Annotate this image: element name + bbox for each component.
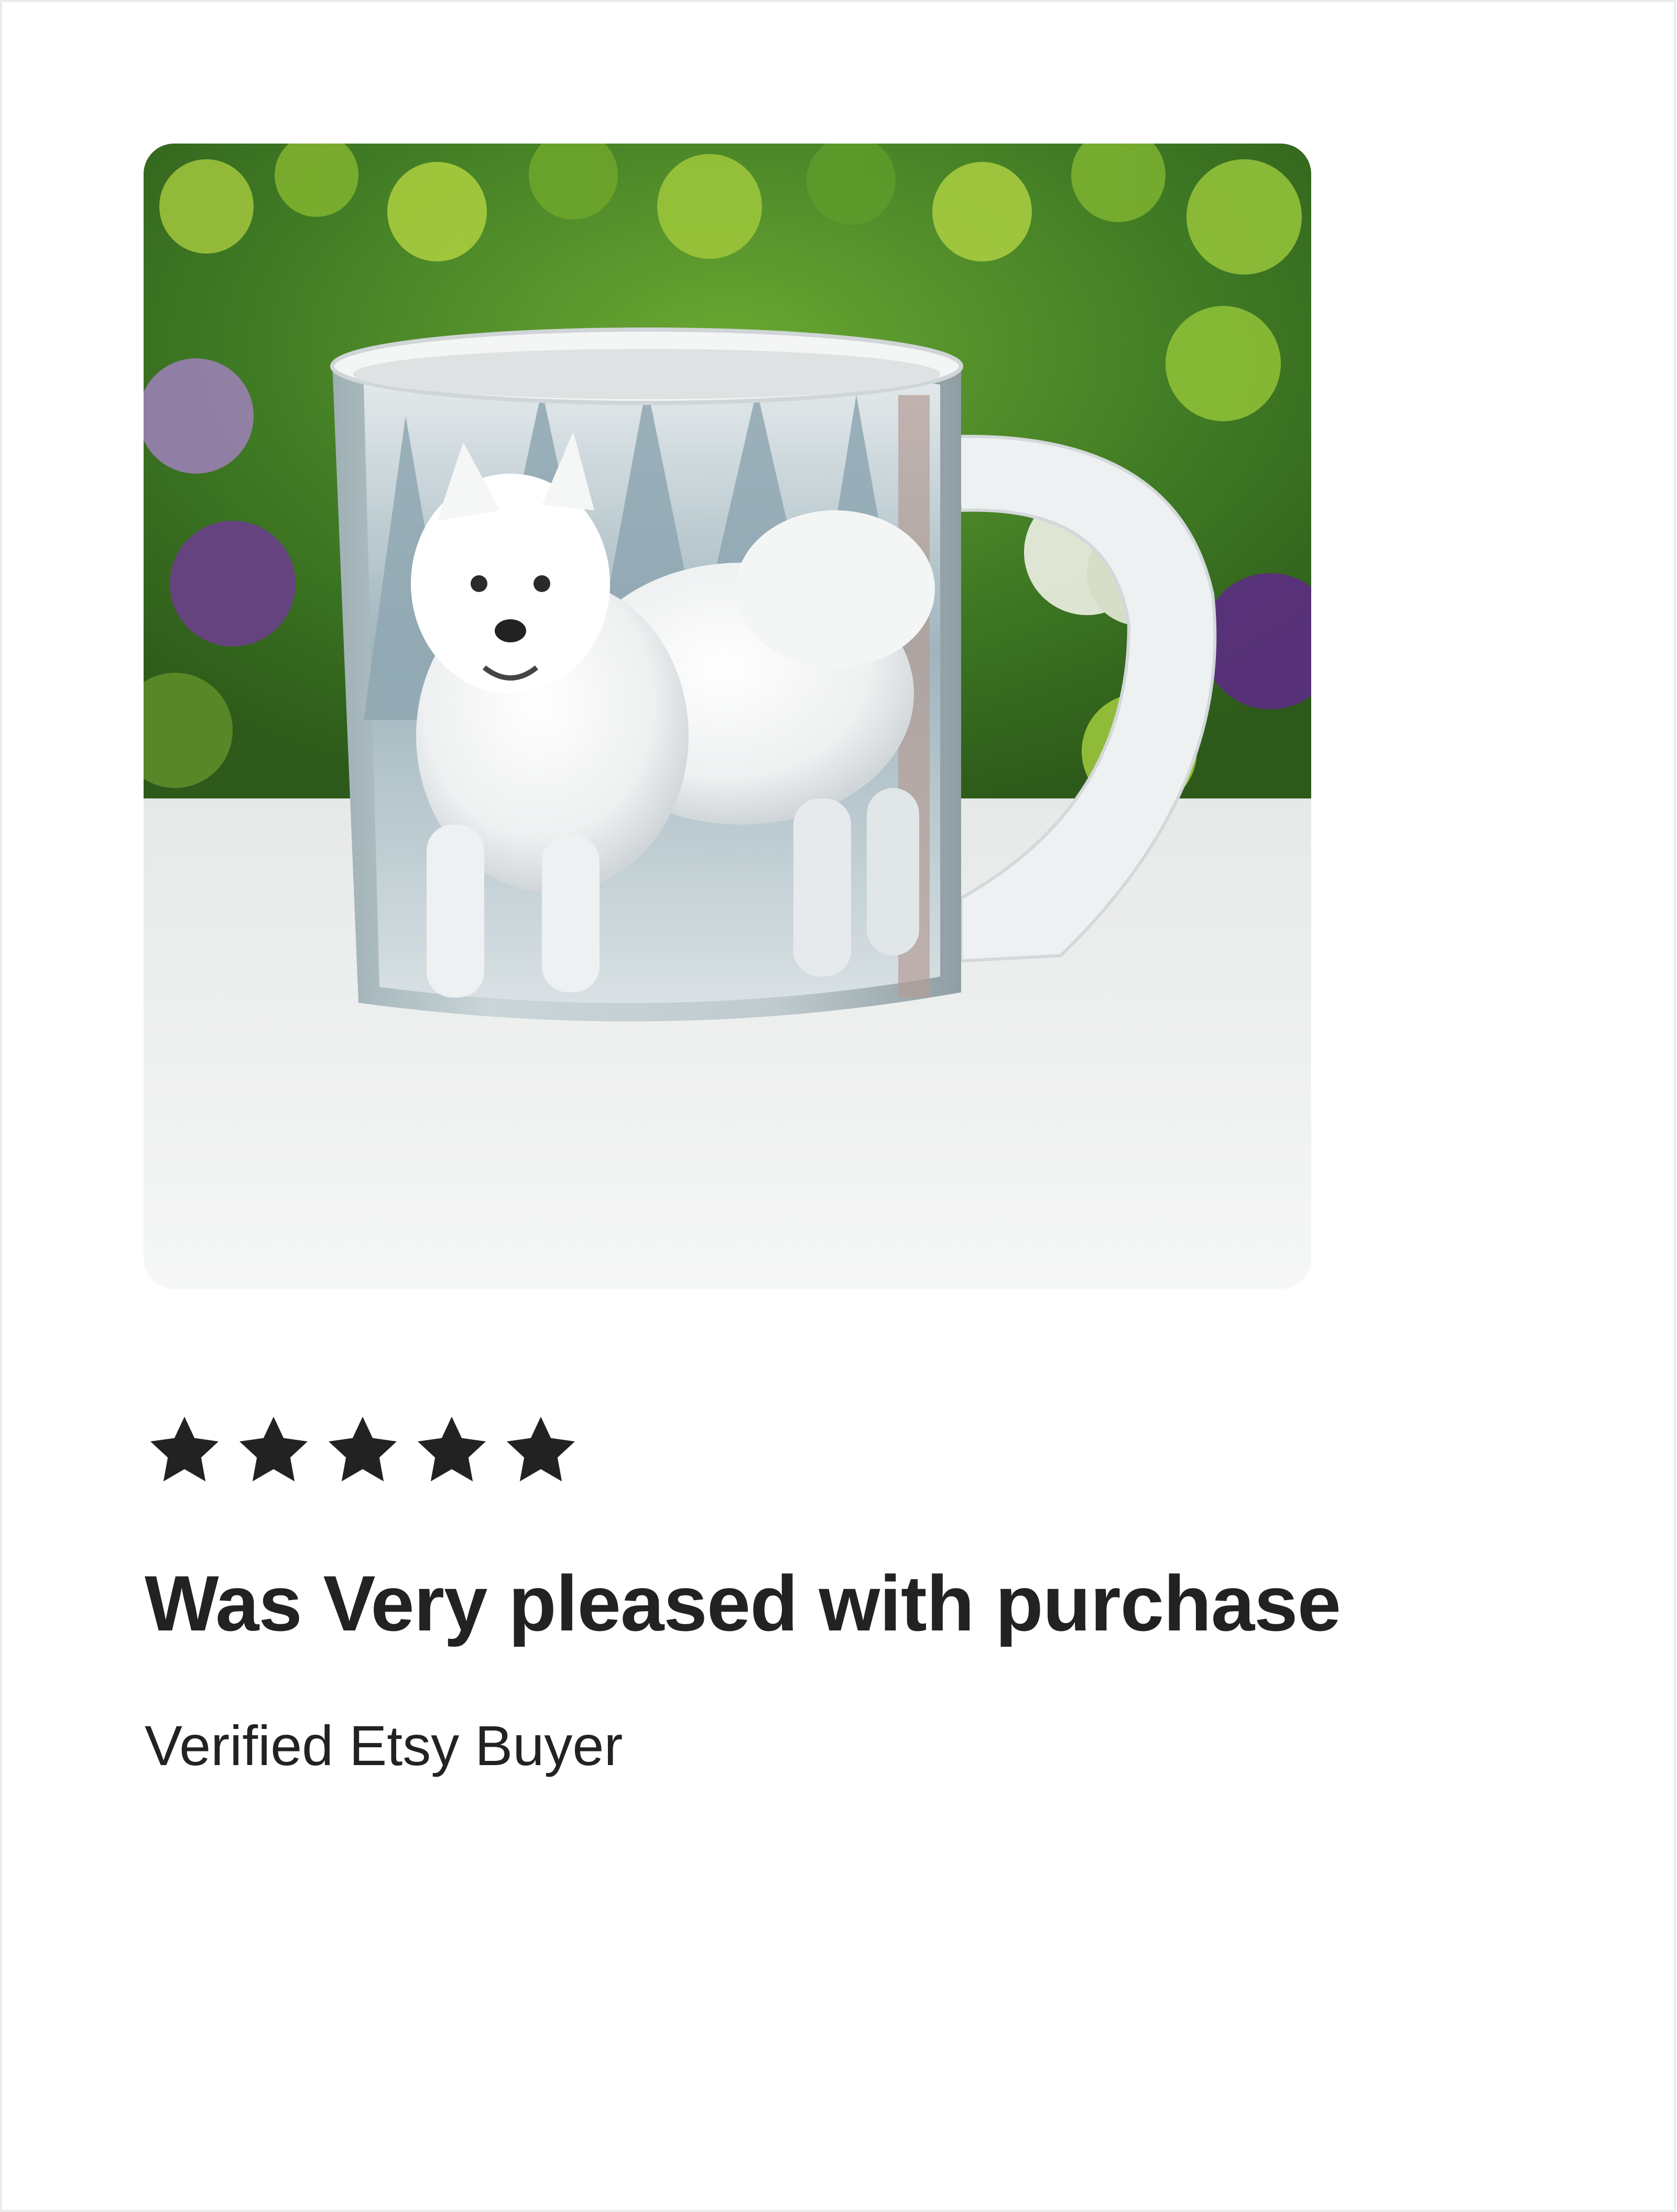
review-card: Was Very pleased with purchase Verified …: [0, 0, 1676, 2212]
review-title: Was Very pleased with purchase: [145, 1559, 1341, 1647]
star-rating: [144, 1409, 582, 1493]
star-icon: [233, 1410, 314, 1492]
mug-photo-image: [144, 144, 1311, 1289]
star-icon: [500, 1410, 582, 1492]
star-icon: [144, 1410, 225, 1492]
review-photo[interactable]: [144, 144, 1311, 1289]
star-icon: [411, 1410, 493, 1492]
reviewer-name: Verified Etsy Buyer: [145, 1714, 623, 1777]
star-icon: [322, 1410, 404, 1492]
